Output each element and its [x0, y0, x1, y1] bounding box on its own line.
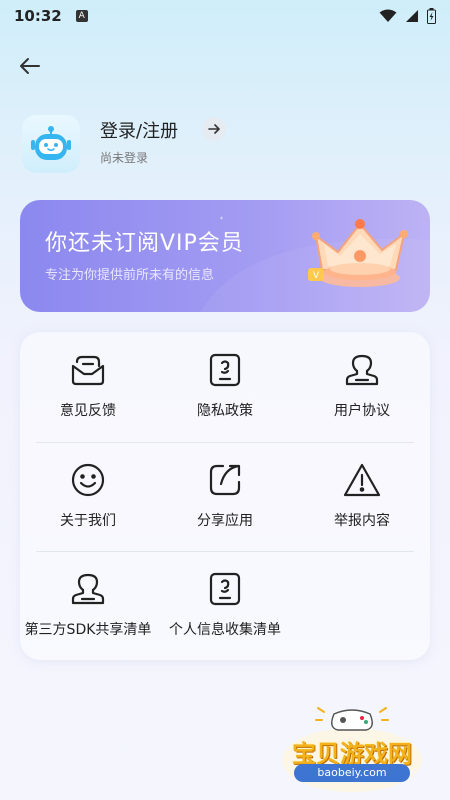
status-time: 10:32 — [14, 7, 62, 25]
warning-icon — [342, 460, 382, 500]
menu-item-about-us[interactable]: 关于我们 — [20, 442, 156, 542]
privacy-icon — [205, 569, 245, 609]
share-icon — [205, 460, 245, 500]
back-button[interactable] — [14, 50, 46, 82]
privacy-icon — [205, 350, 245, 390]
menu-item-report-content[interactable]: 举报内容 — [294, 442, 430, 542]
menu-item-privacy-policy[interactable]: 隐私政策 — [157, 332, 293, 432]
arrow-right-icon — [208, 124, 220, 134]
login-register-link[interactable]: 登录/注册 — [100, 117, 178, 143]
wifi-icon — [379, 9, 397, 22]
menu-item-share-app[interactable]: 分享应用 — [157, 442, 293, 542]
crown-icon: V — [308, 219, 408, 287]
menu-item-third-party-sdk[interactable]: 第三方SDK共享清单 — [20, 551, 156, 651]
menu-item-label: 用户协议 — [334, 403, 390, 419]
status-icons — [379, 8, 436, 24]
vip-banner[interactable]: 你还未订阅VIP会员 专注为你提供前所未有的信息 V — [20, 200, 430, 312]
feedback-icon — [68, 350, 108, 390]
user-agreement-icon — [68, 569, 108, 609]
smile-icon — [68, 460, 108, 500]
login-arrow-button[interactable] — [202, 117, 226, 141]
menu-item-label: 第三方SDK共享清单 — [24, 622, 152, 638]
menu-grid: 意见反馈 隐私政策 用户协议 关于我们 分享应用 举报内容 第三方SDK共享清单… — [20, 332, 430, 660]
arrow-left-icon — [20, 58, 40, 74]
signal-icon — [406, 10, 418, 22]
menu-item-label: 意见反馈 — [60, 403, 116, 419]
user-agreement-icon — [342, 350, 382, 390]
status-bar: 10:32 A — [0, 0, 450, 32]
svg-text:V: V — [313, 271, 320, 281]
robot-icon — [31, 126, 71, 160]
menu-item-user-agreement[interactable]: 用户协议 — [294, 332, 430, 432]
login-status: 尚未登录 — [100, 151, 149, 165]
vip-title: 你还未订阅VIP会员 — [45, 231, 244, 256]
menu-item-personal-info[interactable]: 个人信息收集清单 — [157, 551, 293, 651]
menu-item-label: 分享应用 — [197, 513, 253, 529]
avatar[interactable] — [22, 115, 80, 173]
battery-icon — [427, 8, 436, 24]
vip-subtitle: 专注为你提供前所未有的信息 — [45, 268, 215, 283]
menu-item-label: 举报内容 — [334, 513, 390, 529]
watermark-logo: 宝贝游戏网 baobeiy.com — [272, 700, 432, 795]
menu-item-label: 关于我们 — [60, 513, 116, 529]
menu-item-label: 隐私政策 — [197, 403, 253, 419]
menu-item-label: 个人信息收集清单 — [169, 622, 281, 638]
menu-item-feedback[interactable]: 意见反馈 — [20, 332, 156, 432]
notification-badge: A — [75, 10, 88, 22]
watermark-url: baobeiy.com — [294, 764, 410, 782]
profile-section[interactable]: 登录/注册 尚未登录 — [22, 115, 432, 175]
